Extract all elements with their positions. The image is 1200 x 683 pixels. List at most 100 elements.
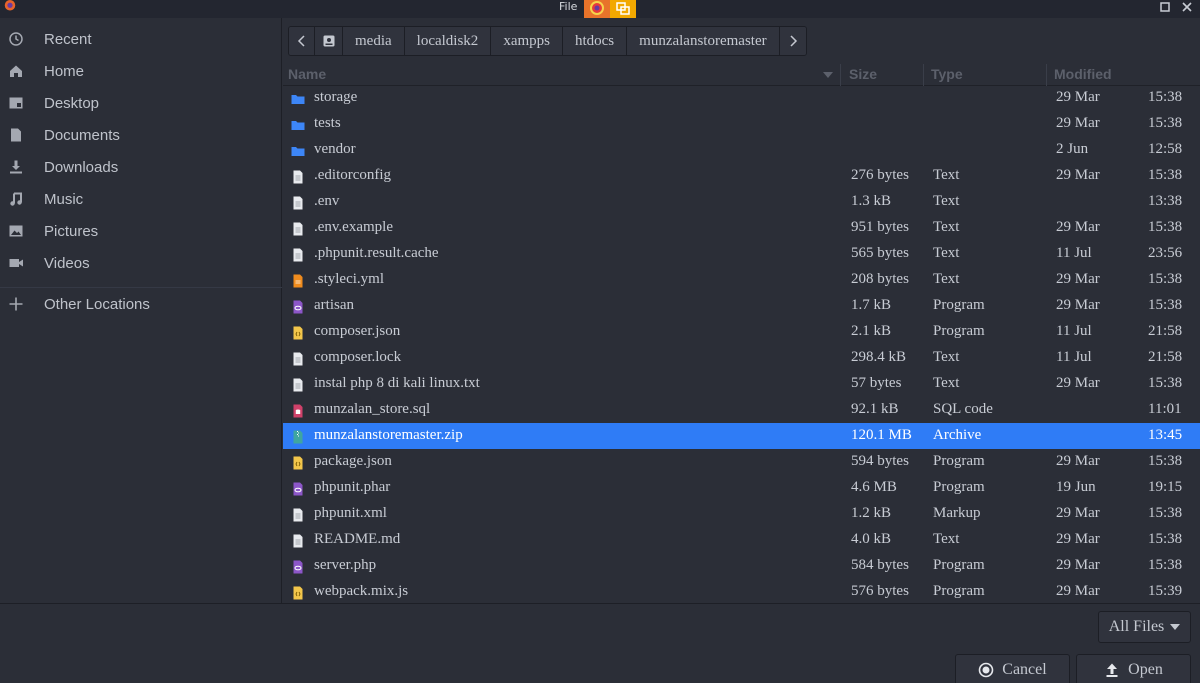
file-row[interactable]: storage 29 Mar 15:38	[283, 85, 1200, 111]
column-header-type[interactable]: Type	[931, 66, 963, 82]
file-date: 29 Mar	[1056, 531, 1100, 547]
file-name: storage	[314, 89, 358, 105]
column-header-name[interactable]: Name	[288, 66, 326, 82]
file-type: Text	[933, 349, 960, 365]
sidebar-item-label: Recent	[44, 30, 92, 48]
open-button[interactable]: Open	[1076, 654, 1191, 683]
sidebar-item-home[interactable]: Home	[0, 55, 282, 87]
file-row[interactable]: artisan 1.7 kB Program 29 Mar 15:38	[283, 293, 1200, 319]
file-date: 29 Mar	[1056, 219, 1100, 235]
dialog-footer: All Files Cancel Open	[0, 603, 1200, 683]
file-filter-dropdown[interactable]: All Files	[1098, 611, 1191, 643]
file-row[interactable]: instal php 8 di kali linux.txt 57 bytes Te…	[283, 371, 1200, 397]
sort-descending-icon[interactable]	[823, 72, 833, 79]
upload-icon	[1106, 663, 1118, 677]
file-row[interactable]: composer.json 2.1 kB Program 11 Jul 21:58	[283, 319, 1200, 345]
firefox-icon[interactable]	[2, 0, 18, 14]
file-row[interactable]: .env 1.3 kB Text 13:38	[283, 189, 1200, 215]
folder-icon	[291, 117, 305, 131]
file-time: 15:38	[1148, 557, 1183, 573]
sidebar-item-other-locations[interactable]: Other Locations	[0, 288, 282, 320]
file-row[interactable]: .env.example 951 bytes Text 29 Mar 15:38	[283, 215, 1200, 241]
file-row[interactable]: munzalanstoremaster.zip 120.1 MB Archive 13…	[283, 423, 1200, 449]
cancel-button[interactable]: Cancel	[955, 654, 1070, 683]
file-date: 29 Mar	[1056, 271, 1100, 287]
file-type: Program	[933, 453, 985, 469]
file-row[interactable]: vendor 2 Jun 12:58	[283, 137, 1200, 163]
file-row[interactable]: server.php 584 bytes Program 29 Mar 15:38	[283, 553, 1200, 579]
file-date: 19 Jun	[1056, 479, 1096, 495]
firefox-taskbar-icon[interactable]	[584, 0, 610, 18]
sidebar-item-documents[interactable]: Documents	[0, 119, 282, 151]
path-back-button[interactable]	[289, 27, 315, 55]
file-time: 15:38	[1148, 297, 1183, 313]
sql-file-icon	[291, 403, 305, 418]
sidebar-item-desktop[interactable]: Desktop	[0, 87, 282, 119]
file-type: Program	[933, 557, 985, 573]
file-size: 951 bytes	[851, 219, 909, 235]
file-row[interactable]: .phpunit.result.cache 565 bytes Text 11 Jul…	[283, 241, 1200, 267]
path-forward-button[interactable]	[779, 27, 806, 55]
file-type: Text	[933, 245, 960, 261]
file-name: .env.example	[314, 219, 393, 235]
yml-file-icon	[291, 273, 305, 288]
column-divider[interactable]	[1046, 64, 1047, 86]
file-name: server.php	[314, 557, 377, 573]
column-header-modified[interactable]: Modified	[1054, 66, 1112, 82]
file-size: 120.1 MB	[851, 427, 912, 443]
file-row[interactable]: composer.lock 298.4 kB Text 11 Jul 21:58	[283, 345, 1200, 371]
column-header-size[interactable]: Size	[849, 66, 877, 82]
sidebar-item-label: Desktop	[44, 94, 100, 112]
file-name: tests	[314, 115, 341, 131]
text-file-icon	[291, 351, 305, 366]
file-row[interactable]: .editorconfig 276 bytes Text 29 Mar 15:38	[283, 163, 1200, 189]
file-size: 1.2 kB	[851, 505, 892, 521]
file-row[interactable]: tests 29 Mar 15:38	[283, 111, 1200, 137]
file-name: artisan	[314, 297, 354, 313]
sidebar-item-recent[interactable]: Recent	[0, 23, 282, 55]
sidebar-item-videos[interactable]: Videos	[0, 247, 282, 279]
file-date: 11 Jul	[1056, 323, 1092, 339]
download-icon	[8, 159, 24, 175]
file-time: 13:38	[1148, 193, 1183, 209]
text-file-icon	[291, 195, 305, 210]
path-crumb-disk[interactable]	[315, 27, 343, 55]
file-type: Text	[933, 271, 960, 287]
desktop-icon	[8, 95, 24, 111]
file-date: 29 Mar	[1056, 505, 1100, 521]
column-divider[interactable]	[840, 64, 841, 86]
window-switcher-icon[interactable]	[610, 0, 636, 18]
file-row[interactable]: package.json 594 bytes Program 29 Mar 15:38	[283, 449, 1200, 475]
file-size: 1.7 kB	[851, 297, 892, 313]
column-divider[interactable]	[923, 64, 924, 86]
file-row[interactable]: README.md 4.0 kB Text 29 Mar 15:38	[283, 527, 1200, 553]
file-type: Text	[933, 375, 960, 391]
close-icon[interactable]	[1180, 0, 1194, 14]
maximize-icon[interactable]	[1158, 0, 1172, 14]
path-crumb[interactable]: media	[343, 27, 405, 55]
sidebar-item-downloads[interactable]: Downloads	[0, 151, 282, 183]
file-time: 21:58	[1148, 323, 1183, 339]
php-file-icon	[291, 299, 305, 314]
file-row[interactable]: munzalan_store.sql 92.1 kB SQL code 11:01	[283, 397, 1200, 423]
file-date: 29 Mar	[1056, 89, 1100, 105]
path-crumb[interactable]: xampps	[491, 27, 563, 55]
path-crumb[interactable]: localdisk2	[404, 27, 492, 55]
file-time: 15:38	[1148, 219, 1183, 235]
file-row[interactable]: phpunit.phar 4.6 MB Program 19 Jun 19:15	[283, 475, 1200, 501]
file-row[interactable]: phpunit.xml 1.2 kB Markup 29 Mar 15:38	[283, 501, 1200, 527]
file-size: 92.1 kB	[851, 401, 899, 417]
file-row[interactable]: webpack.mix.js 576 bytes Program 29 Mar 15:3…	[283, 579, 1200, 605]
file-time: 15:38	[1148, 271, 1183, 287]
file-date: 29 Mar	[1056, 453, 1100, 469]
file-name: package.json	[314, 453, 392, 469]
path-crumb[interactable]: htdocs	[562, 27, 628, 55]
sidebar-item-label: Videos	[44, 254, 90, 272]
file-size: 57 bytes	[851, 375, 902, 391]
file-row[interactable]: .styleci.yml 208 bytes Text 29 Mar 15:38	[283, 267, 1200, 293]
file-type: Text	[933, 219, 960, 235]
sidebar-item-music[interactable]: Music	[0, 183, 282, 215]
path-crumb-current[interactable]: munzalanstoremaster	[627, 27, 780, 55]
file-date: 11 Jul	[1056, 245, 1092, 261]
sidebar-item-pictures[interactable]: Pictures	[0, 215, 282, 247]
